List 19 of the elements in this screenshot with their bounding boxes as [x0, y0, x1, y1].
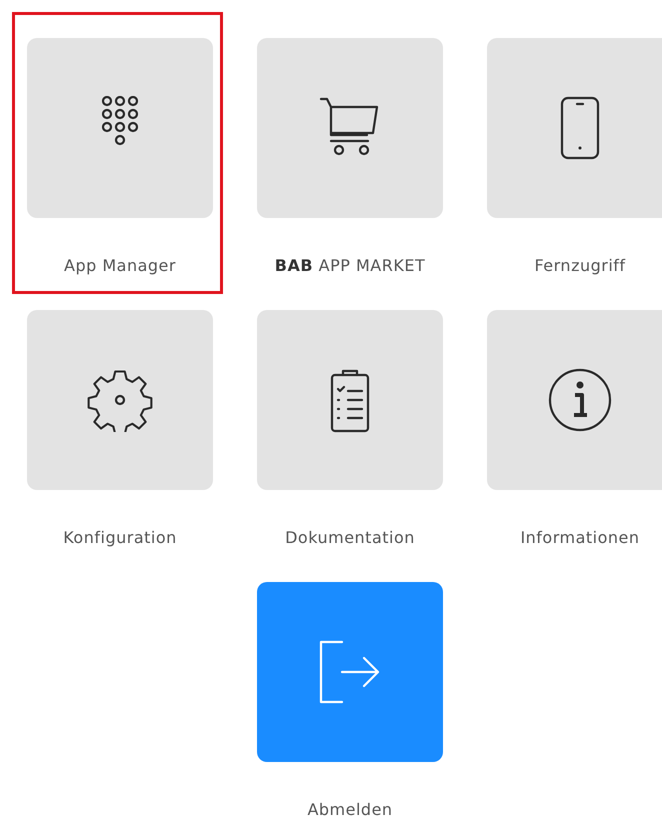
tile-label: BAB APP MARKET: [274, 255, 426, 277]
settings-icon: [86, 368, 154, 432]
tile-label: App Manager: [64, 255, 176, 277]
app-tile[interactable]: [257, 38, 443, 218]
info-icon: [547, 367, 613, 433]
tile-label: Abmelden: [307, 799, 393, 817]
app-tile[interactable]: [487, 38, 662, 218]
app-tile[interactable]: [27, 38, 213, 218]
app-tile[interactable]: [257, 310, 443, 490]
tile-label: Fernzugriff: [534, 255, 626, 277]
tile-label: Konfiguration: [63, 527, 177, 549]
tile-label: Informationen: [520, 527, 640, 549]
smartphone-icon: [560, 96, 600, 160]
app-tile[interactable]: [27, 310, 213, 490]
tile-label: Dokumentation: [285, 527, 415, 549]
clipboard-checklist-icon: [330, 367, 370, 433]
app-tile[interactable]: [487, 310, 662, 490]
logout-icon: [318, 639, 382, 705]
app-tile[interactable]: [257, 582, 443, 762]
